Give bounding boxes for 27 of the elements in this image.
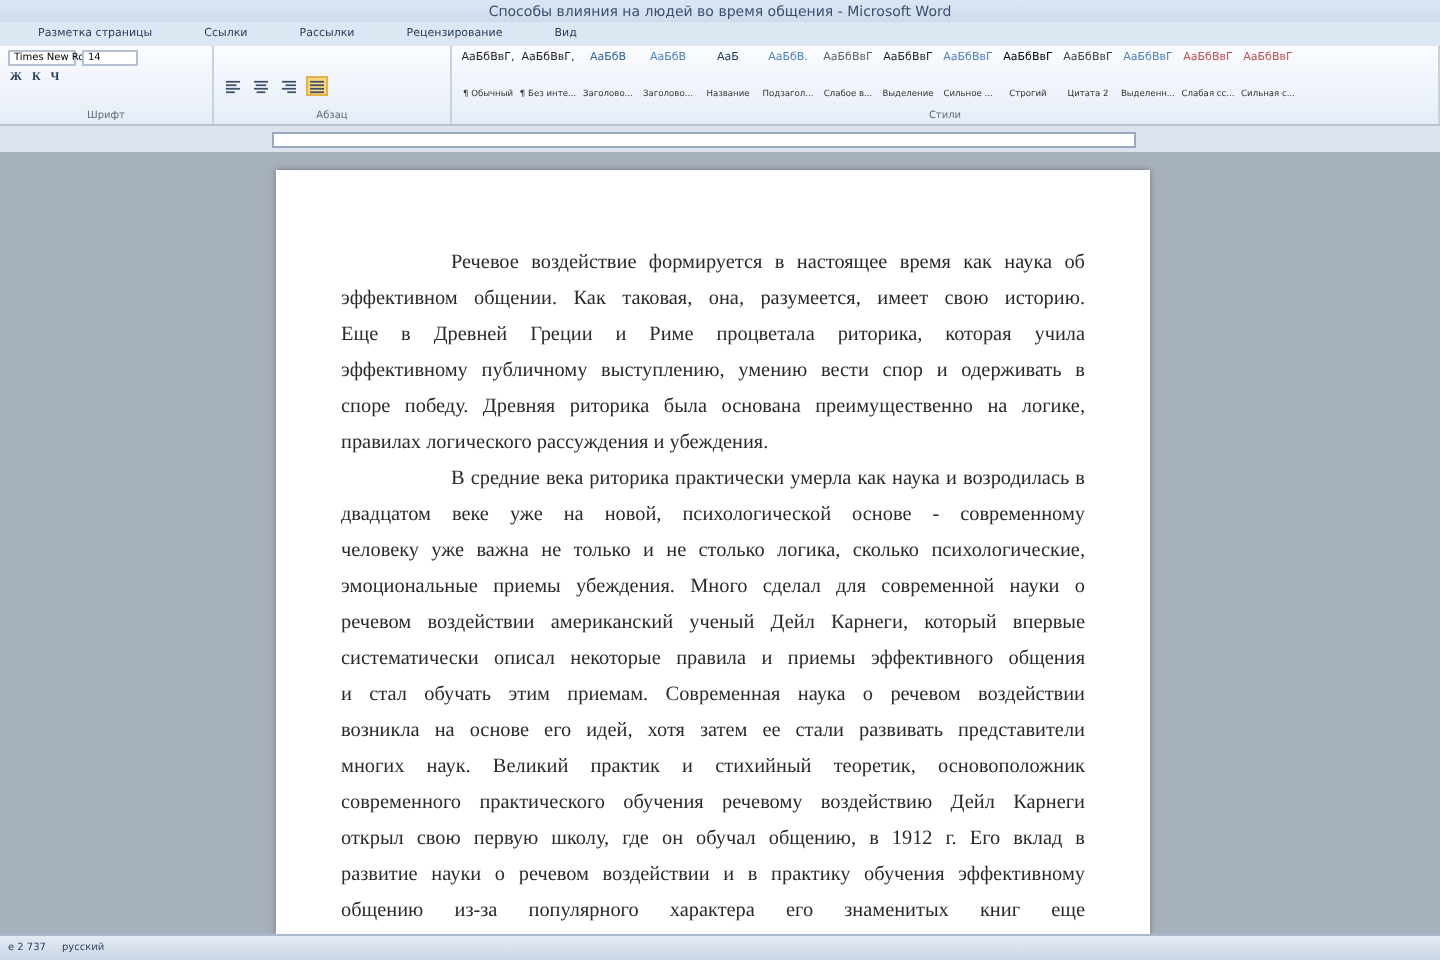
text-line: и стал обучать этим приемам. Современная наука о речевом воздействии <box>341 682 1085 710</box>
text-line: В средние века риторика практически умерла как наука и возродилась в <box>449 466 1085 494</box>
align-button[interactable] <box>250 76 272 96</box>
align-icon <box>254 79 268 93</box>
align-button[interactable] <box>278 76 300 96</box>
text-line: возникла на основе его идей, хотя затем ее стали развивать представители <box>341 718 1085 746</box>
text-line: двадцатом веке уже на новой, психологической основе - современному <box>341 502 1085 530</box>
text-line: споре победу. Древняя риторика была основана преимущественно на логике, <box>341 394 1085 422</box>
text-line: речевом воздействии американский ученый Дейл Карнеги, который впервые <box>341 610 1085 638</box>
align-icon <box>226 79 240 93</box>
align-button[interactable] <box>222 76 244 96</box>
text-line: общению из-за популярного характера его знаменитых книг еще <box>341 898 1085 926</box>
text-line: современного практического обучения речевому воздействию Дейл Карнеги <box>341 790 1085 818</box>
text-line: Еще в Древней Греции и Риме процветала риторика, которая учила <box>341 322 1085 350</box>
text-line: эмоциональные приемы убеждения. Много сделал для современной науки о <box>341 574 1085 602</box>
align-icon <box>310 79 324 93</box>
align-button[interactable] <box>306 76 328 96</box>
text-line: Речевое воздействие формируется в настоящее время как наука об <box>449 250 1085 278</box>
text-line: систематически описал некоторые правила и приемы эффективного общения <box>341 646 1085 674</box>
text-line: многих наук. Великий практик и стихийный теоретик, основоположник <box>341 754 1085 782</box>
text-line: эффективном общении. Как таковая, она, разумеется, имеет свою историю. <box>341 286 1085 314</box>
text-line: правилах логического рассуждения и убеждения. <box>341 430 771 458</box>
text-line: человеку уже важна не только и не столько логика, сколько психологические, <box>341 538 1085 566</box>
text-line: эффективному публичному выступлению, умению вести спор и одерживать в <box>341 358 1085 386</box>
text-line: развитие науки о речевом воздействии и в практику обучения эффективному <box>341 862 1085 890</box>
text-line: открыл свою первую школу, где он обучал общению, в 1912 г. Его вклад в <box>341 826 1085 854</box>
align-icon <box>282 79 296 93</box>
